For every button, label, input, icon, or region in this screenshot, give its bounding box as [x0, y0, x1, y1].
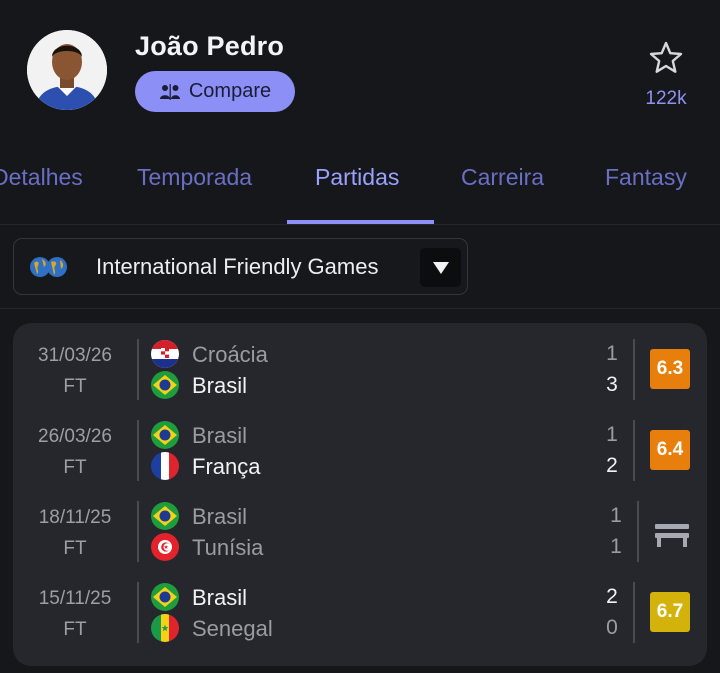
match-status: FT — [63, 376, 87, 397]
tab-fantasy[interactable]: Fantasy — [605, 164, 687, 191]
competition-name: International Friendly Games — [96, 254, 379, 279]
divider — [137, 501, 139, 562]
brazil-flag-icon — [151, 371, 179, 399]
player-avatar[interactable] — [27, 30, 107, 110]
compare-button[interactable]: Compare — [135, 71, 295, 112]
compare-label: Compare — [188, 80, 272, 102]
away-score: 0 — [606, 616, 618, 639]
caret-down-icon — [432, 261, 449, 274]
away-team-name: Tunísia — [192, 535, 264, 560]
divider — [137, 339, 139, 400]
divider — [633, 420, 635, 481]
home-team-name: Croácia — [192, 342, 268, 367]
home-score: 1 — [610, 504, 622, 527]
bench-icon — [655, 524, 689, 547]
match-status: FT — [63, 538, 87, 559]
match-status: FT — [63, 619, 87, 640]
brazil-flag-icon — [151, 583, 179, 611]
away-team-name: França — [192, 454, 261, 479]
away-score: 1 — [610, 535, 622, 558]
divider — [637, 501, 639, 562]
away-team-name: Brasil — [192, 373, 248, 398]
match-date: 31/03/26 — [38, 345, 112, 366]
match-row[interactable]: 15/11/25 FT Brasil Senegal 2 0 6.7 — [13, 566, 707, 647]
match-date: 15/11/25 — [38, 588, 112, 609]
tab-bar: Detalhes Temporada Partidas Carreira Fan… — [0, 140, 720, 224]
home-score: 1 — [606, 423, 618, 446]
dropdown-button[interactable] — [420, 248, 461, 287]
tab-partidas[interactable]: Partidas — [315, 164, 399, 191]
away-team-name: Senegal — [192, 616, 273, 641]
croatia-flag-icon — [151, 340, 179, 368]
senegal-flag-icon — [151, 614, 179, 642]
star-icon[interactable] — [648, 40, 684, 76]
away-score: 2 — [606, 454, 618, 477]
match-date: 26/03/26 — [38, 426, 112, 447]
tab-detalhes[interactable]: Detalhes — [0, 164, 83, 191]
france-flag-icon — [151, 452, 179, 480]
followers-count: 122k — [645, 88, 687, 109]
divider — [633, 582, 635, 643]
player-header: João Pedro Compare 122k — [0, 0, 720, 140]
matches-list: 31/03/26 FT Croácia Brasil 1 3 6.3 26/03… — [13, 323, 707, 666]
home-score: 2 — [606, 585, 618, 608]
competition-selector[interactable]: International Friendly Games — [13, 238, 468, 295]
player-rating-badge: 6.3 — [650, 349, 690, 389]
tunisia-flag-icon — [151, 533, 179, 561]
player-rating-badge: 6.4 — [650, 430, 690, 470]
tab-temporada[interactable]: Temporada — [137, 164, 252, 191]
home-team-name: Brasil — [192, 585, 248, 610]
brazil-flag-icon — [151, 421, 179, 449]
match-status: FT — [63, 457, 87, 478]
divider — [137, 420, 139, 481]
compare-icon — [159, 83, 180, 100]
match-row[interactable]: 18/11/25 FT Brasil Tunísia 1 1 — [13, 485, 707, 566]
home-team-name: Brasil — [192, 504, 248, 529]
match-date: 18/11/25 — [38, 507, 112, 528]
home-team-name: Brasil — [192, 423, 248, 448]
brazil-flag-icon — [151, 502, 179, 530]
divider — [0, 308, 720, 309]
player-rating-badge: 6.7 — [650, 592, 690, 632]
match-row[interactable]: 31/03/26 FT Croácia Brasil 1 3 6.3 — [13, 323, 707, 404]
world-globes-icon — [30, 257, 67, 277]
home-score: 1 — [606, 342, 618, 365]
player-name: João Pedro — [135, 31, 285, 61]
away-score: 3 — [606, 373, 618, 396]
divider — [0, 224, 720, 225]
tab-carreira[interactable]: Carreira — [461, 164, 544, 191]
divider — [137, 582, 139, 643]
match-row[interactable]: 26/03/26 FT Brasil França 1 2 6.4 — [13, 404, 707, 485]
divider — [633, 339, 635, 400]
